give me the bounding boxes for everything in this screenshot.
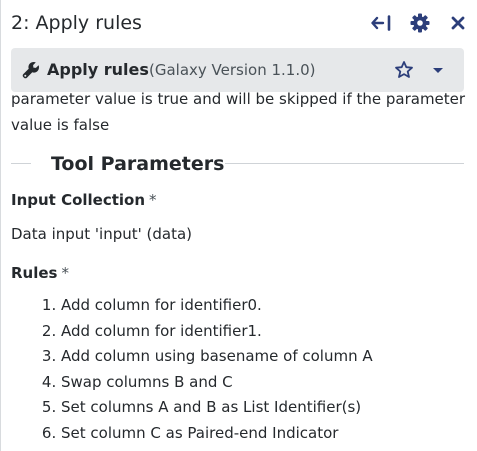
- input-collection-value: Data input 'input' (data): [11, 225, 193, 243]
- input-collection-label: Input Collection *: [11, 189, 157, 211]
- tool-form-panel: 2: Apply rules Apply rules (Galaxy Versi…: [0, 0, 477, 451]
- section-divider-right: [225, 163, 464, 164]
- close-icon[interactable]: [447, 12, 469, 34]
- input-collection-label-text: Input Collection: [11, 191, 146, 209]
- rules-label-text: Rules: [11, 264, 58, 282]
- section-divider-left: [11, 163, 31, 164]
- rule-item: Add column for identifier1.: [61, 319, 373, 345]
- gear-icon[interactable]: [409, 12, 431, 34]
- tool-help-text: parameter value is true and will be skip…: [11, 90, 466, 134]
- tool-name: Apply rules: [47, 60, 149, 79]
- panel-header: 2: Apply rules: [0, 0, 477, 46]
- chevron-down-icon[interactable]: [430, 60, 446, 80]
- rule-item: Add column for identifier0.: [61, 293, 373, 319]
- header-icon-group: [371, 12, 469, 34]
- section-title: Tool Parameters: [51, 153, 225, 175]
- star-icon[interactable]: [394, 60, 414, 80]
- rule-item: Set columns A and B as List Identifier(s…: [61, 395, 373, 421]
- rules-label: Rules *: [11, 262, 69, 284]
- tool-version: (Galaxy Version 1.1.0): [149, 61, 316, 79]
- rule-item: Swap columns B and C: [61, 370, 373, 396]
- required-mark: *: [149, 191, 157, 209]
- required-mark: *: [61, 264, 69, 282]
- tool-header-bar: Apply rules (Galaxy Version 1.1.0): [11, 48, 464, 92]
- rule-item: Add column using basename of column A: [61, 344, 373, 370]
- panel-border: [0, 0, 1, 451]
- rule-item: Set column C as Paired-end Indicator: [61, 421, 373, 447]
- collapse-to-left-icon[interactable]: [371, 12, 393, 34]
- wrench-icon: [22, 61, 40, 79]
- rules-list: Add column for identifier0. Add column f…: [11, 293, 373, 447]
- panel-title: 2: Apply rules: [11, 12, 142, 34]
- section-heading: Tool Parameters: [11, 150, 464, 178]
